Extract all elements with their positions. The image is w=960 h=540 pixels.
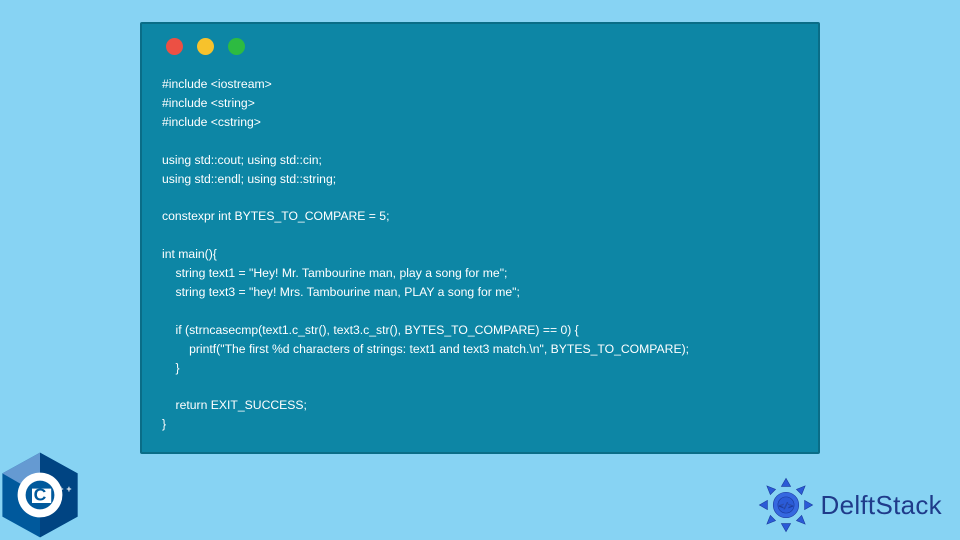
close-icon: [166, 38, 183, 55]
minimize-icon: [197, 38, 214, 55]
maximize-icon: [228, 38, 245, 55]
svg-text:</>: </>: [778, 500, 793, 510]
cpp-logo-icon: C + +: [0, 450, 80, 540]
gear-icon: </>: [757, 476, 815, 534]
svg-text:+: +: [58, 484, 63, 494]
traffic-lights: [162, 38, 798, 55]
code-block: #include <iostream> #include <string> #i…: [162, 75, 798, 434]
cpp-logo-text: C: [34, 485, 47, 505]
code-window: #include <iostream> #include <string> #i…: [140, 22, 820, 454]
svg-text:+: +: [66, 484, 71, 494]
brand-badge: </> DelftStack: [757, 476, 943, 534]
brand-text: DelftStack: [821, 490, 943, 521]
